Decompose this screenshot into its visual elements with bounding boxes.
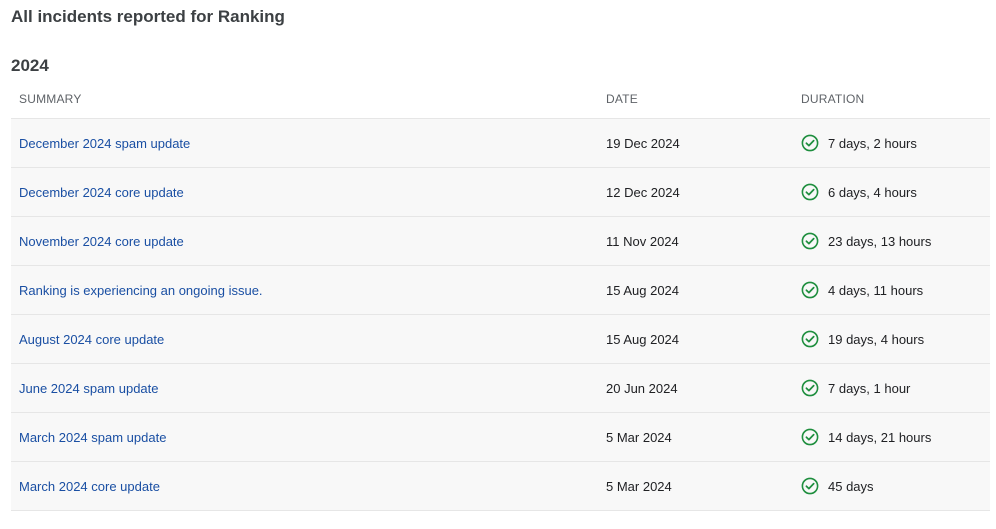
duration-cell: 19 days, 4 hours (801, 315, 924, 363)
duration-text: 14 days, 21 hours (828, 429, 932, 445)
summary-cell: June 2024 spam update (19, 364, 159, 412)
duration-text: 7 days, 1 hour (828, 380, 911, 396)
incident-link[interactable]: March 2024 spam update (19, 430, 166, 445)
check-circle-icon (801, 330, 819, 348)
incident-link[interactable]: August 2024 core update (19, 332, 164, 347)
duration-cell: 6 days, 4 hours (801, 168, 917, 216)
date-column-header: DATE (606, 92, 638, 106)
date-cell: 20 Jun 2024 (606, 380, 678, 396)
duration-text: 6 days, 4 hours (828, 184, 917, 200)
date-cell: 12 Dec 2024 (606, 184, 680, 200)
incident-link[interactable]: December 2024 core update (19, 185, 184, 200)
date-cell: 5 Mar 2024 (606, 478, 672, 494)
date-cell: 11 Nov 2024 (606, 233, 679, 249)
incident-link[interactable]: June 2024 spam update (19, 381, 159, 396)
date-cell: 15 Aug 2024 (606, 282, 680, 298)
summary-cell: March 2024 core update (19, 462, 160, 510)
table-header: SUMMARY DATE DURATION (11, 80, 990, 119)
table-row: December 2024 spam update 19 Dec 2024 7 … (11, 119, 990, 168)
summary-cell: Ranking is experiencing an ongoing issue… (19, 266, 263, 314)
duration-cell: 7 days, 1 hour (801, 364, 910, 412)
date-cell: 5 Mar 2024 (606, 429, 672, 445)
table-row: December 2024 core update 12 Dec 2024 6 … (11, 168, 990, 217)
summary-cell: December 2024 core update (19, 168, 184, 216)
check-circle-icon (801, 183, 819, 201)
page-title: All incidents reported for Ranking (11, 7, 285, 26)
check-circle-icon (801, 379, 819, 397)
duration-cell: 4 days, 11 hours (801, 266, 923, 314)
duration-cell: 14 days, 21 hours (801, 413, 931, 461)
incidents-page: All incidents reported for Ranking 2024 … (0, 0, 996, 529)
table-row: November 2024 core update 11 Nov 2024 23… (11, 217, 990, 266)
duration-text: 4 days, 11 hours (828, 282, 924, 298)
check-circle-icon (801, 428, 819, 446)
check-circle-icon (801, 281, 819, 299)
summary-column-header: SUMMARY (19, 92, 82, 106)
date-cell: 19 Dec 2024 (606, 135, 680, 151)
table-row: March 2024 core update 5 Mar 2024 45 day… (11, 462, 990, 511)
table-row: August 2024 core update 15 Aug 2024 19 d… (11, 315, 990, 364)
incidents-table: SUMMARY DATE DURATION December 2024 spam… (11, 80, 990, 511)
summary-cell: March 2024 spam update (19, 413, 166, 461)
duration-cell: 23 days, 13 hours (801, 217, 931, 265)
incident-link[interactable]: November 2024 core update (19, 234, 184, 249)
check-circle-icon (801, 232, 819, 250)
incident-link[interactable]: Ranking is experiencing an ongoing issue… (19, 283, 263, 298)
date-cell: 15 Aug 2024 (606, 331, 680, 347)
duration-column-header: DURATION (801, 92, 865, 106)
check-circle-icon (801, 477, 819, 495)
year-heading: 2024 (11, 56, 49, 75)
table-body: December 2024 spam update 19 Dec 2024 7 … (11, 119, 990, 511)
duration-cell: 45 days (801, 462, 874, 510)
incident-link[interactable]: December 2024 spam update (19, 136, 190, 151)
table-row: Ranking is experiencing an ongoing issue… (11, 266, 990, 315)
duration-text: 19 days, 4 hours (828, 331, 925, 347)
incident-link[interactable]: March 2024 core update (19, 479, 160, 494)
check-circle-icon (801, 134, 819, 152)
duration-cell: 7 days, 2 hours (801, 119, 917, 167)
table-row: March 2024 spam update 5 Mar 2024 14 day… (11, 413, 990, 462)
table-row: June 2024 spam update 20 Jun 2024 7 days… (11, 364, 990, 413)
duration-text: 45 days (828, 478, 874, 494)
duration-text: 23 days, 13 hours (828, 233, 932, 249)
summary-cell: November 2024 core update (19, 217, 184, 265)
summary-cell: August 2024 core update (19, 315, 164, 363)
summary-cell: December 2024 spam update (19, 119, 190, 167)
duration-text: 7 days, 2 hours (828, 135, 917, 151)
